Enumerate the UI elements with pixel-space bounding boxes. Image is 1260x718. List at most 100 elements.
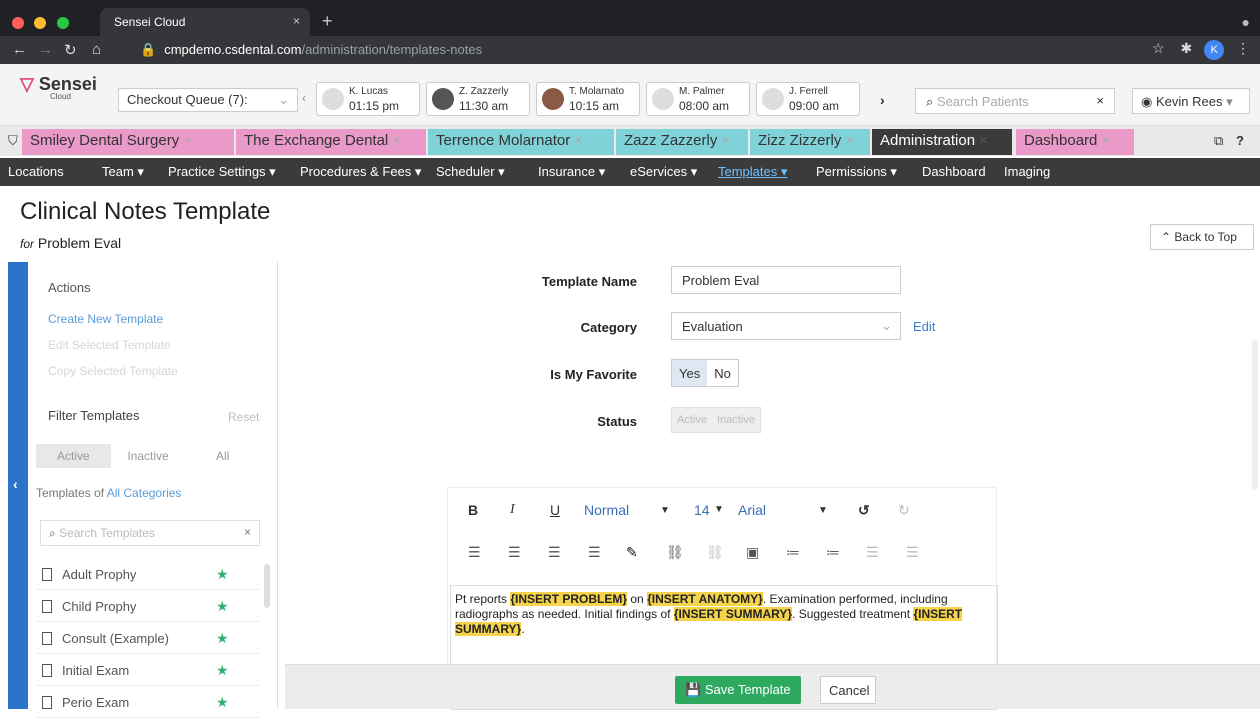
menu-eservices[interactable]: eServices ▾ xyxy=(630,164,697,180)
list-item[interactable]: Perio Exam ★ xyxy=(36,688,260,718)
appointments-next-icon[interactable]: › xyxy=(880,92,885,108)
url-field[interactable]: 🔒 cmpdemo.csdental.com/administration/tem… xyxy=(140,42,482,58)
extensions-icon[interactable]: ✱ xyxy=(1180,40,1192,56)
tab-smiley-dental-surgery[interactable]: Smiley Dental Surgery + xyxy=(22,129,234,155)
list-item[interactable]: Consult (Example) ★ xyxy=(36,624,260,654)
template-search-input[interactable]: ⌕ Search Templates × xyxy=(40,520,260,546)
undo-icon[interactable]: ↺ xyxy=(858,502,870,519)
menu-locations[interactable]: Locations xyxy=(8,164,64,179)
favorite-star-icon[interactable]: ★ xyxy=(216,662,229,679)
unlink-icon[interactable]: ⛓ xyxy=(706,544,724,561)
create-template-link[interactable]: Create New Template xyxy=(48,312,163,326)
tab-zazz-zazzerly[interactable]: Zazz Zazzerly × xyxy=(616,129,748,155)
indent-icon[interactable]: ☰ xyxy=(906,544,919,561)
favorite-no[interactable]: No xyxy=(707,360,738,386)
chrome-menu-icon[interactable]: ● xyxy=(1242,14,1250,30)
favorite-star-icon[interactable]: ★ xyxy=(216,630,229,647)
menu-imaging[interactable]: Imaging xyxy=(1004,164,1050,179)
new-tab-button[interactable]: + xyxy=(322,11,333,32)
filter-inactive[interactable]: Inactive xyxy=(111,444,186,468)
favorite-yes[interactable]: Yes xyxy=(672,360,708,386)
clear-search-icon[interactable]: × xyxy=(1096,93,1104,108)
close-tab-icon[interactable]: × xyxy=(293,14,300,28)
favorite-star-icon[interactable]: ★ xyxy=(216,598,229,615)
favorite-star-icon[interactable]: ★ xyxy=(216,566,229,583)
clear-search-icon[interactable]: × xyxy=(244,525,251,539)
cancel-button[interactable]: Cancel xyxy=(820,676,876,704)
sidebar-scrollbar[interactable] xyxy=(264,564,270,608)
sidebar-collapse-handle[interactable]: ‹ xyxy=(8,262,28,709)
underline-icon[interactable]: U xyxy=(550,502,560,518)
category-select[interactable]: Evaluation ⌄ xyxy=(671,312,901,340)
close-icon[interactable]: × xyxy=(574,132,583,149)
link-icon[interactable]: ⛓ xyxy=(666,544,684,561)
menu-scheduler[interactable]: Scheduler ▾ xyxy=(436,164,505,180)
back-icon[interactable]: ← xyxy=(12,41,27,58)
align-right-icon[interactable]: ☰ xyxy=(548,544,561,561)
font-family-select[interactable]: Arial xyxy=(738,502,766,518)
template-name-input[interactable]: Problem Eval xyxy=(671,266,901,294)
sensei-logo[interactable]: ▽ Sensei Cloud xyxy=(20,74,97,101)
redo-icon[interactable]: ↻ xyxy=(898,502,910,519)
bullet-list-icon[interactable]: ≔ xyxy=(786,544,800,561)
status-inactive[interactable]: Inactive xyxy=(712,408,760,432)
list-item[interactable]: Adult Prophy ★ xyxy=(36,560,260,590)
tab-administration[interactable]: Administration × xyxy=(872,129,1012,155)
menu-permissions[interactable]: Permissions ▾ xyxy=(816,164,897,180)
minimize-window-button[interactable] xyxy=(34,17,47,29)
menu-dashboard[interactable]: Dashboard xyxy=(922,164,986,179)
close-icon[interactable]: × xyxy=(845,132,854,149)
numbered-list-icon[interactable]: ≔ xyxy=(826,544,840,561)
save-template-button[interactable]: 💾 Save Template xyxy=(675,676,801,704)
reload-icon[interactable]: ↻ xyxy=(64,41,77,59)
filter-active[interactable]: Active xyxy=(36,444,111,468)
menu-practice-settings[interactable]: Practice Settings ▾ xyxy=(168,164,276,180)
italic-icon[interactable]: I xyxy=(510,502,515,518)
copy-selected-link[interactable]: Copy Selected Template xyxy=(48,364,178,378)
align-center-icon[interactable]: ☰ xyxy=(508,544,521,561)
appointment-card[interactable]: J. Ferrell 09:00 am xyxy=(756,82,860,116)
browser-tab[interactable]: Sensei Cloud × xyxy=(100,8,310,36)
close-icon[interactable]: × xyxy=(979,132,988,149)
list-item[interactable]: Initial Exam ★ xyxy=(36,656,260,686)
font-size-select[interactable]: 14 xyxy=(694,502,710,518)
category-filter-link[interactable]: All Categories xyxy=(107,486,182,500)
home-icon[interactable]: ⌂ xyxy=(92,41,101,58)
tab-exchange-dental[interactable]: The Exchange Dental × xyxy=(236,129,426,155)
align-justify-icon[interactable]: ☰ xyxy=(588,544,601,561)
close-window-button[interactable] xyxy=(12,17,24,29)
close-icon[interactable]: × xyxy=(1101,132,1110,149)
help-icon[interactable]: ? xyxy=(1236,133,1244,148)
open-window-icon[interactable]: ⧉ xyxy=(1214,133,1223,149)
add-icon[interactable]: + xyxy=(183,132,192,149)
edit-selected-link[interactable]: Edit Selected Template xyxy=(48,338,171,352)
favorite-star-icon[interactable]: ★ xyxy=(216,694,229,711)
bookmark-star-icon[interactable]: ☆ xyxy=(1152,40,1165,56)
close-icon[interactable]: × xyxy=(721,132,730,149)
menu-team[interactable]: Team ▾ xyxy=(102,164,144,180)
close-icon[interactable]: × xyxy=(392,132,401,149)
checkout-queue-select[interactable]: Checkout Queue (7): ⌄ xyxy=(118,88,298,112)
reset-filter-link[interactable]: Reset xyxy=(228,410,259,424)
profile-avatar[interactable]: K xyxy=(1204,40,1225,60)
page-scrollbar[interactable] xyxy=(1252,340,1258,490)
menu-templates[interactable]: Templates ▾ xyxy=(718,164,787,180)
list-item[interactable]: Child Prophy ★ xyxy=(36,592,260,622)
appointment-card[interactable]: T. Molarnato 10:15 am xyxy=(536,82,640,116)
appointment-card[interactable]: Z. Zazzerly 11:30 am xyxy=(426,82,530,116)
highlight-pen-icon[interactable]: ✎ xyxy=(626,544,638,561)
edit-category-link[interactable]: Edit xyxy=(913,319,935,334)
outdent-icon[interactable]: ☰ xyxy=(866,544,879,561)
appointment-card[interactable]: K. Lucas 01:15 pm xyxy=(316,82,420,116)
back-to-top-button[interactable]: ⌃ Back to Top xyxy=(1150,224,1254,250)
tab-zizz-zizzerly[interactable]: Zizz Zizzerly × xyxy=(750,129,870,155)
kebab-menu-icon[interactable]: ⋮ xyxy=(1236,40,1250,56)
filter-all[interactable]: All xyxy=(185,444,260,468)
queue-prev-icon[interactable]: ‹ xyxy=(302,91,306,105)
menu-procedures-fees[interactable]: Procedures & Fees ▾ xyxy=(300,164,421,180)
forward-icon[interactable]: → xyxy=(38,41,53,58)
format-select[interactable]: Normal xyxy=(584,502,629,518)
tab-dashboard[interactable]: Dashboard × xyxy=(1016,129,1134,155)
appointment-card[interactable]: M. Palmer 08:00 am xyxy=(646,82,750,116)
zoom-window-button[interactable] xyxy=(56,17,69,29)
